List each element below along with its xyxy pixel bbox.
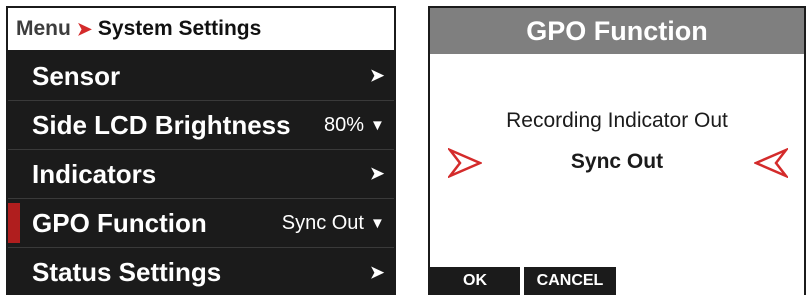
option-previous[interactable]: Recording Indicator Out xyxy=(430,109,804,133)
cancel-button[interactable]: CANCEL xyxy=(524,267,616,295)
dialog-title: GPO Function xyxy=(430,8,804,54)
chevron-right-icon: ➤ xyxy=(370,66,385,85)
chevron-right-icon: ➤ xyxy=(76,18,92,39)
breadcrumb: Menu ➤ System Settings xyxy=(8,8,394,52)
menu-item-label: Status Settings xyxy=(32,257,222,287)
menu-item-status-settings[interactable]: Status Settings ➤ xyxy=(8,248,394,293)
red-arrow-right-icon[interactable] xyxy=(754,148,788,178)
menu-item-side-lcd-brightness[interactable]: Side LCD Brightness 80% ▼ xyxy=(8,101,394,150)
breadcrumb-system-settings: System Settings xyxy=(97,17,262,40)
selection-marker xyxy=(8,203,20,243)
ok-button[interactable]: OK xyxy=(430,267,520,295)
menu-item-value: Sync Out xyxy=(281,211,364,234)
gpo-function-dialog: GPO Function Recording Indicator Out Syn… xyxy=(428,6,806,295)
chevron-down-icon: ▼ xyxy=(370,116,385,134)
softkey-bar: OK CANCEL xyxy=(430,267,620,295)
red-arrow-left-icon[interactable] xyxy=(448,148,482,178)
menu-item-label: Side LCD Brightness xyxy=(32,109,291,140)
chevron-right-icon: ➤ xyxy=(370,262,385,282)
menu-item-value: 80% xyxy=(323,113,364,136)
chevron-down-icon: ▼ xyxy=(370,214,385,232)
chevron-right-icon: ➤ xyxy=(370,164,385,183)
option-current[interactable]: Sync Out xyxy=(430,150,804,174)
menu-panel: Menu ➤ System Settings Sensor ➤ Side LCD… xyxy=(6,6,396,295)
menu-item-gpo-function[interactable]: GPO Function Sync Out ▼ xyxy=(8,199,394,248)
menu-item-label: Sensor xyxy=(32,60,121,91)
menu-item-indicators[interactable]: Indicators ➤ xyxy=(8,150,394,199)
menu-item-label: GPO Function xyxy=(32,207,207,238)
menu-item-sensor[interactable]: Sensor ➤ xyxy=(8,52,394,101)
breadcrumb-menu[interactable]: Menu xyxy=(16,17,71,41)
menu-item-label: Indicators xyxy=(32,158,157,189)
